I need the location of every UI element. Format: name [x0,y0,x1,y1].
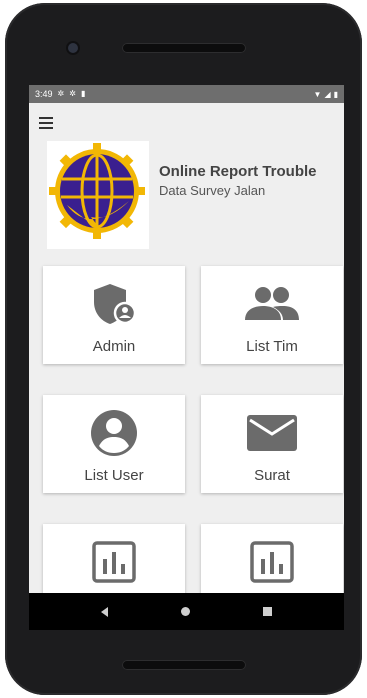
earpiece-speaker [122,43,246,53]
report-tile-1[interactable] [43,524,185,593]
mail-icon [247,415,297,451]
home-icon[interactable] [180,607,190,616]
recents-icon[interactable] [262,607,272,616]
back-icon[interactable] [101,606,109,617]
app-subtitle: Data Survey Jalan [159,183,266,198]
app-header: Online Report Trouble Data Survey Jalan [47,141,319,249]
hamburger-menu-icon[interactable] [39,117,53,129]
navigation-bar [29,593,344,630]
group-icon [245,287,299,320]
surat-label: Surat [254,467,290,484]
admin-tile[interactable]: Admin [43,266,185,364]
list-user-tile[interactable]: List User [43,395,185,493]
sd-card-status-icon: ▮ [80,89,86,98]
phone-frame: 3:49 ✲ ✲ ▮ ▼ ◢ ▮ Online Report Trouble D… [5,3,362,695]
app-title: Online Report Trouble [159,163,317,180]
app-content: Online Report Trouble Data Survey Jalan … [29,103,344,593]
list-tim-tile[interactable]: List Tim [201,266,343,364]
list-user-label: List User [84,467,144,484]
settings-status-icon: ✲ [57,89,65,98]
bottom-speaker [122,660,246,670]
front-camera [68,43,78,53]
wifi-icon: ▼ [313,89,322,99]
bar-chart-icon [92,541,136,583]
list-tim-label: List Tim [246,338,298,355]
bar-chart-icon [250,541,294,583]
status-bar: 3:49 ✲ ✲ ▮ ▼ ◢ ▮ [29,85,344,103]
surat-tile[interactable]: Surat [201,395,343,493]
signal-icon: ◢ [324,89,331,99]
account-circle-icon [91,410,137,456]
battery-icon: ▮ [333,89,338,99]
phone-screen: 3:49 ✲ ✲ ▮ ▼ ◢ ▮ Online Report Trouble D… [29,85,344,630]
app-logo [47,141,149,249]
sync-status-icon: ✲ [69,89,76,98]
admin-shield-icon [94,284,137,325]
admin-label: Admin [92,338,136,355]
report-tile-2[interactable] [201,524,343,593]
status-time: 3:49 [35,89,53,99]
